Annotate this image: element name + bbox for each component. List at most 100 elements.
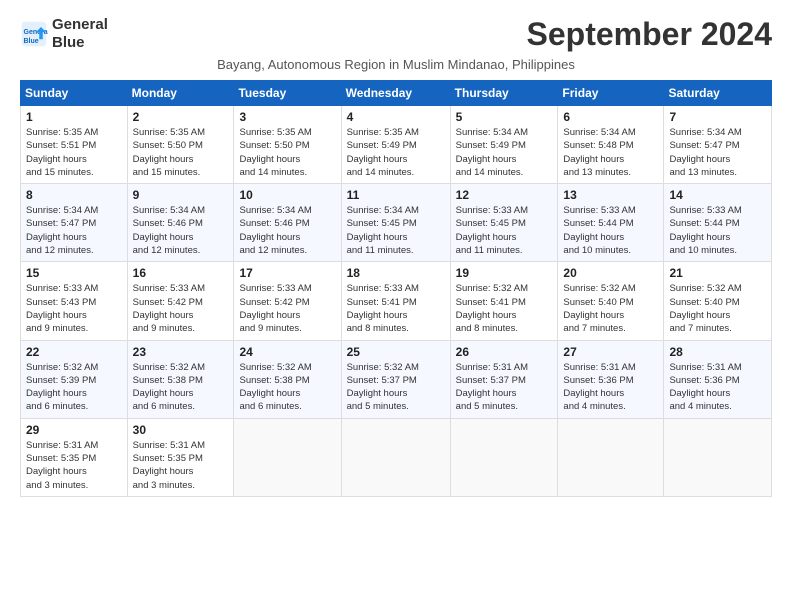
day-number: 10: [239, 188, 335, 202]
day-number: 11: [347, 188, 445, 202]
day-info: Sunrise: 5:33 AM Sunset: 5:42 PM Dayligh…: [239, 282, 335, 335]
day-number: 18: [347, 266, 445, 280]
day-info: Sunrise: 5:32 AM Sunset: 5:41 PM Dayligh…: [456, 282, 553, 335]
table-row: [450, 418, 558, 496]
day-number: 22: [26, 345, 122, 359]
day-number: 14: [669, 188, 766, 202]
day-info: Sunrise: 5:35 AM Sunset: 5:50 PM Dayligh…: [239, 126, 335, 179]
day-info: Sunrise: 5:34 AM Sunset: 5:46 PM Dayligh…: [239, 204, 335, 257]
table-row: 8 Sunrise: 5:34 AM Sunset: 5:47 PM Dayli…: [21, 184, 128, 262]
table-row: [341, 418, 450, 496]
table-row: 23 Sunrise: 5:32 AM Sunset: 5:38 PM Dayl…: [127, 340, 234, 418]
day-number: 7: [669, 110, 766, 124]
day-number: 26: [456, 345, 553, 359]
day-info: Sunrise: 5:35 AM Sunset: 5:49 PM Dayligh…: [347, 126, 445, 179]
col-tuesday: Tuesday: [234, 81, 341, 106]
day-info: Sunrise: 5:34 AM Sunset: 5:47 PM Dayligh…: [26, 204, 122, 257]
day-number: 13: [563, 188, 658, 202]
logo-line2: Blue: [52, 34, 108, 52]
table-row: 1 Sunrise: 5:35 AM Sunset: 5:51 PM Dayli…: [21, 106, 128, 184]
day-number: 17: [239, 266, 335, 280]
calendar-table: Sunday Monday Tuesday Wednesday Thursday…: [20, 80, 772, 497]
logo: General Blue General Blue: [20, 16, 108, 52]
day-info: Sunrise: 5:34 AM Sunset: 5:48 PM Dayligh…: [563, 126, 658, 179]
logo-line1: General: [52, 16, 108, 34]
calendar-week-1: 1 Sunrise: 5:35 AM Sunset: 5:51 PM Dayli…: [21, 106, 772, 184]
calendar-page: General Blue General Blue September 2024…: [0, 0, 792, 513]
day-number: 3: [239, 110, 335, 124]
day-info: Sunrise: 5:33 AM Sunset: 5:45 PM Dayligh…: [456, 204, 553, 257]
day-info: Sunrise: 5:34 AM Sunset: 5:46 PM Dayligh…: [133, 204, 229, 257]
day-number: 9: [133, 188, 229, 202]
calendar-week-4: 22 Sunrise: 5:32 AM Sunset: 5:39 PM Dayl…: [21, 340, 772, 418]
table-row: 11 Sunrise: 5:34 AM Sunset: 5:45 PM Dayl…: [341, 184, 450, 262]
day-info: Sunrise: 5:31 AM Sunset: 5:35 PM Dayligh…: [26, 439, 122, 492]
table-row: 6 Sunrise: 5:34 AM Sunset: 5:48 PM Dayli…: [558, 106, 664, 184]
day-number: 28: [669, 345, 766, 359]
svg-text:Blue: Blue: [24, 38, 39, 45]
day-info: Sunrise: 5:33 AM Sunset: 5:41 PM Dayligh…: [347, 282, 445, 335]
table-row: 30 Sunrise: 5:31 AM Sunset: 5:35 PM Dayl…: [127, 418, 234, 496]
day-number: 24: [239, 345, 335, 359]
day-info: Sunrise: 5:31 AM Sunset: 5:35 PM Dayligh…: [133, 439, 229, 492]
table-row: 15 Sunrise: 5:33 AM Sunset: 5:43 PM Dayl…: [21, 262, 128, 340]
day-number: 15: [26, 266, 122, 280]
col-sunday: Sunday: [21, 81, 128, 106]
day-info: Sunrise: 5:31 AM Sunset: 5:37 PM Dayligh…: [456, 361, 553, 414]
logo-text: General Blue: [52, 16, 108, 52]
day-number: 19: [456, 266, 553, 280]
svg-text:General: General: [24, 29, 49, 36]
month-title: September 2024: [527, 16, 772, 53]
day-number: 23: [133, 345, 229, 359]
day-number: 12: [456, 188, 553, 202]
calendar-week-2: 8 Sunrise: 5:34 AM Sunset: 5:47 PM Dayli…: [21, 184, 772, 262]
table-row: 27 Sunrise: 5:31 AM Sunset: 5:36 PM Dayl…: [558, 340, 664, 418]
day-info: Sunrise: 5:34 AM Sunset: 5:47 PM Dayligh…: [669, 126, 766, 179]
day-number: 21: [669, 266, 766, 280]
col-saturday: Saturday: [664, 81, 772, 106]
day-info: Sunrise: 5:31 AM Sunset: 5:36 PM Dayligh…: [669, 361, 766, 414]
day-number: 4: [347, 110, 445, 124]
day-number: 2: [133, 110, 229, 124]
table-row: 24 Sunrise: 5:32 AM Sunset: 5:38 PM Dayl…: [234, 340, 341, 418]
day-number: 30: [133, 423, 229, 437]
day-info: Sunrise: 5:32 AM Sunset: 5:38 PM Dayligh…: [239, 361, 335, 414]
subtitle: Bayang, Autonomous Region in Muslim Mind…: [20, 57, 772, 72]
day-number: 5: [456, 110, 553, 124]
table-row: 28 Sunrise: 5:31 AM Sunset: 5:36 PM Dayl…: [664, 340, 772, 418]
table-row: [664, 418, 772, 496]
col-friday: Friday: [558, 81, 664, 106]
logo-icon: General Blue: [20, 20, 48, 48]
table-row: 3 Sunrise: 5:35 AM Sunset: 5:50 PM Dayli…: [234, 106, 341, 184]
day-info: Sunrise: 5:35 AM Sunset: 5:50 PM Dayligh…: [133, 126, 229, 179]
table-row: 2 Sunrise: 5:35 AM Sunset: 5:50 PM Dayli…: [127, 106, 234, 184]
calendar-week-3: 15 Sunrise: 5:33 AM Sunset: 5:43 PM Dayl…: [21, 262, 772, 340]
day-info: Sunrise: 5:32 AM Sunset: 5:38 PM Dayligh…: [133, 361, 229, 414]
day-number: 25: [347, 345, 445, 359]
day-number: 27: [563, 345, 658, 359]
calendar-week-5: 29 Sunrise: 5:31 AM Sunset: 5:35 PM Dayl…: [21, 418, 772, 496]
day-info: Sunrise: 5:32 AM Sunset: 5:39 PM Dayligh…: [26, 361, 122, 414]
table-row: 9 Sunrise: 5:34 AM Sunset: 5:46 PM Dayli…: [127, 184, 234, 262]
header: General Blue General Blue September 2024: [20, 16, 772, 53]
day-number: 16: [133, 266, 229, 280]
day-number: 8: [26, 188, 122, 202]
col-wednesday: Wednesday: [341, 81, 450, 106]
col-thursday: Thursday: [450, 81, 558, 106]
table-row: 5 Sunrise: 5:34 AM Sunset: 5:49 PM Dayli…: [450, 106, 558, 184]
day-info: Sunrise: 5:31 AM Sunset: 5:36 PM Dayligh…: [563, 361, 658, 414]
day-info: Sunrise: 5:34 AM Sunset: 5:49 PM Dayligh…: [456, 126, 553, 179]
calendar-header-row: Sunday Monday Tuesday Wednesday Thursday…: [21, 81, 772, 106]
table-row: 21 Sunrise: 5:32 AM Sunset: 5:40 PM Dayl…: [664, 262, 772, 340]
table-row: 7 Sunrise: 5:34 AM Sunset: 5:47 PM Dayli…: [664, 106, 772, 184]
day-number: 1: [26, 110, 122, 124]
table-row: 29 Sunrise: 5:31 AM Sunset: 5:35 PM Dayl…: [21, 418, 128, 496]
table-row: 4 Sunrise: 5:35 AM Sunset: 5:49 PM Dayli…: [341, 106, 450, 184]
table-row: 22 Sunrise: 5:32 AM Sunset: 5:39 PM Dayl…: [21, 340, 128, 418]
table-row: 19 Sunrise: 5:32 AM Sunset: 5:41 PM Dayl…: [450, 262, 558, 340]
day-info: Sunrise: 5:34 AM Sunset: 5:45 PM Dayligh…: [347, 204, 445, 257]
table-row: 16 Sunrise: 5:33 AM Sunset: 5:42 PM Dayl…: [127, 262, 234, 340]
col-monday: Monday: [127, 81, 234, 106]
table-row: 17 Sunrise: 5:33 AM Sunset: 5:42 PM Dayl…: [234, 262, 341, 340]
table-row: [558, 418, 664, 496]
